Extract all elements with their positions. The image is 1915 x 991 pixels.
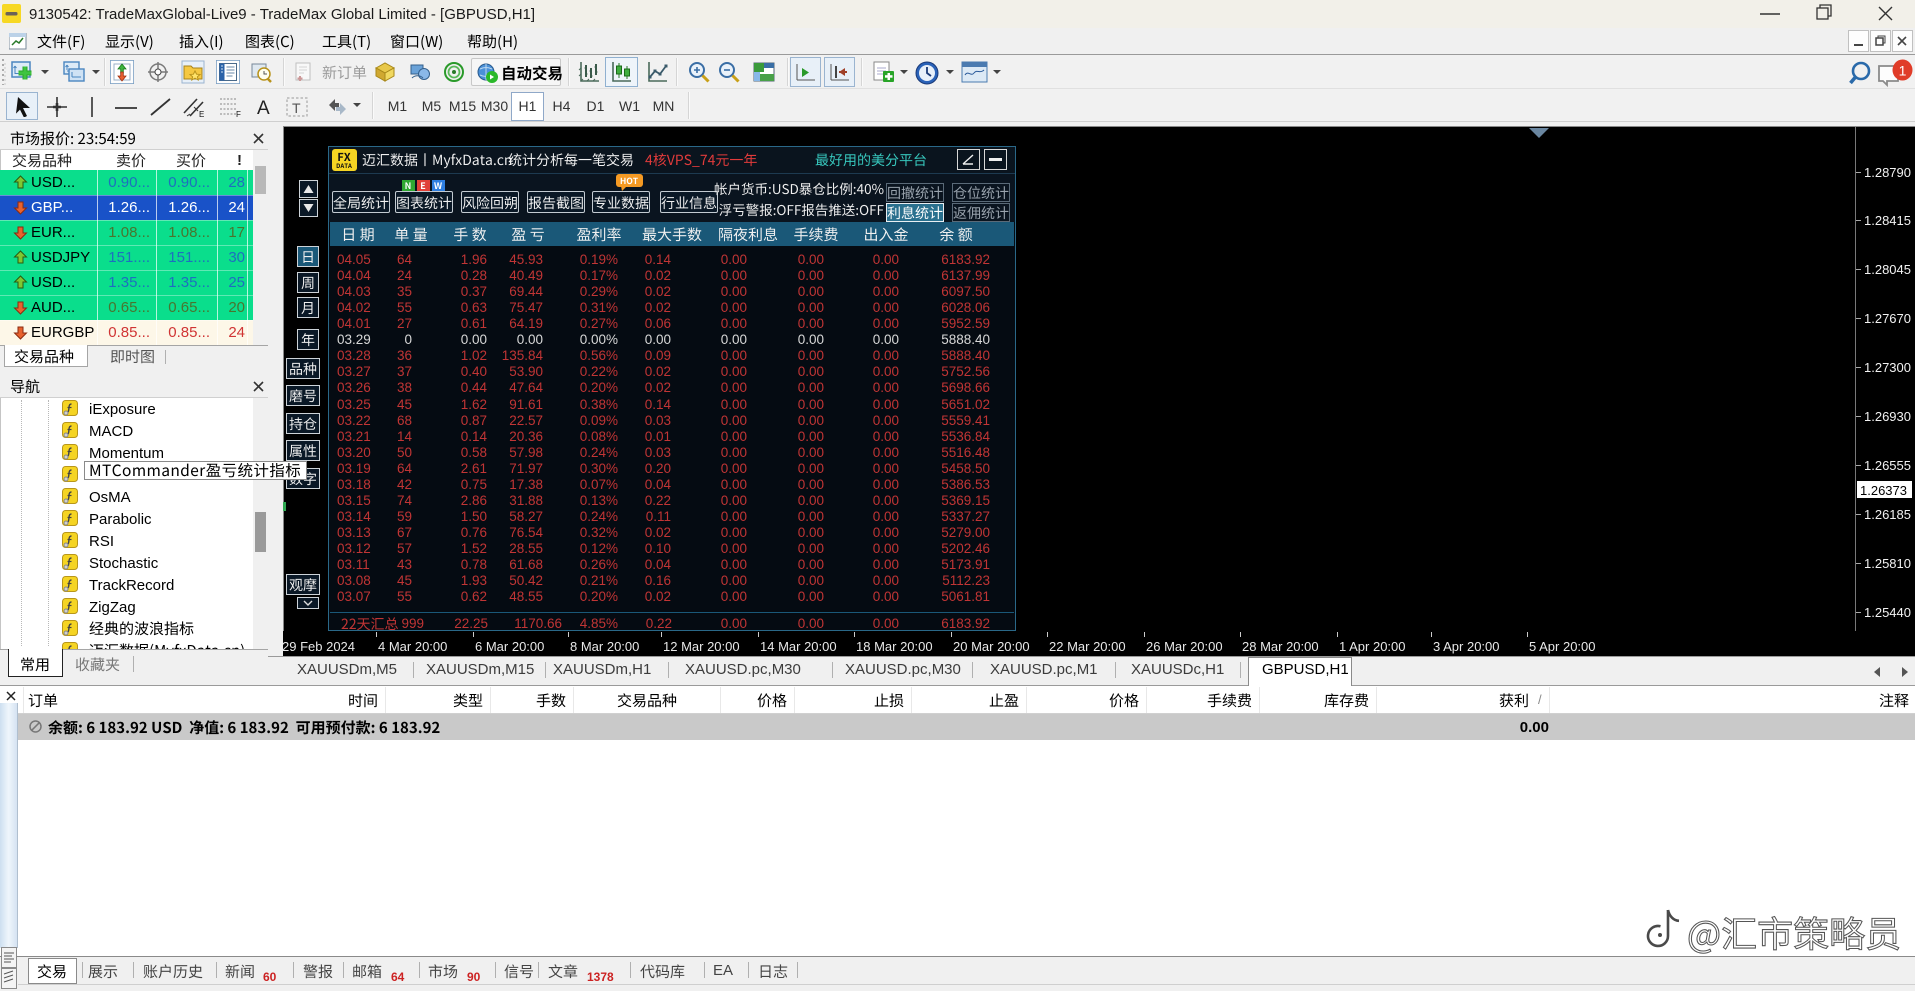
svg-text:T: T — [292, 100, 301, 116]
svg-text:A: A — [257, 98, 270, 119]
svg-text:1: 1 — [1899, 63, 1907, 79]
svg-text:F: F — [236, 110, 241, 119]
svg-text:E: E — [199, 110, 204, 119]
